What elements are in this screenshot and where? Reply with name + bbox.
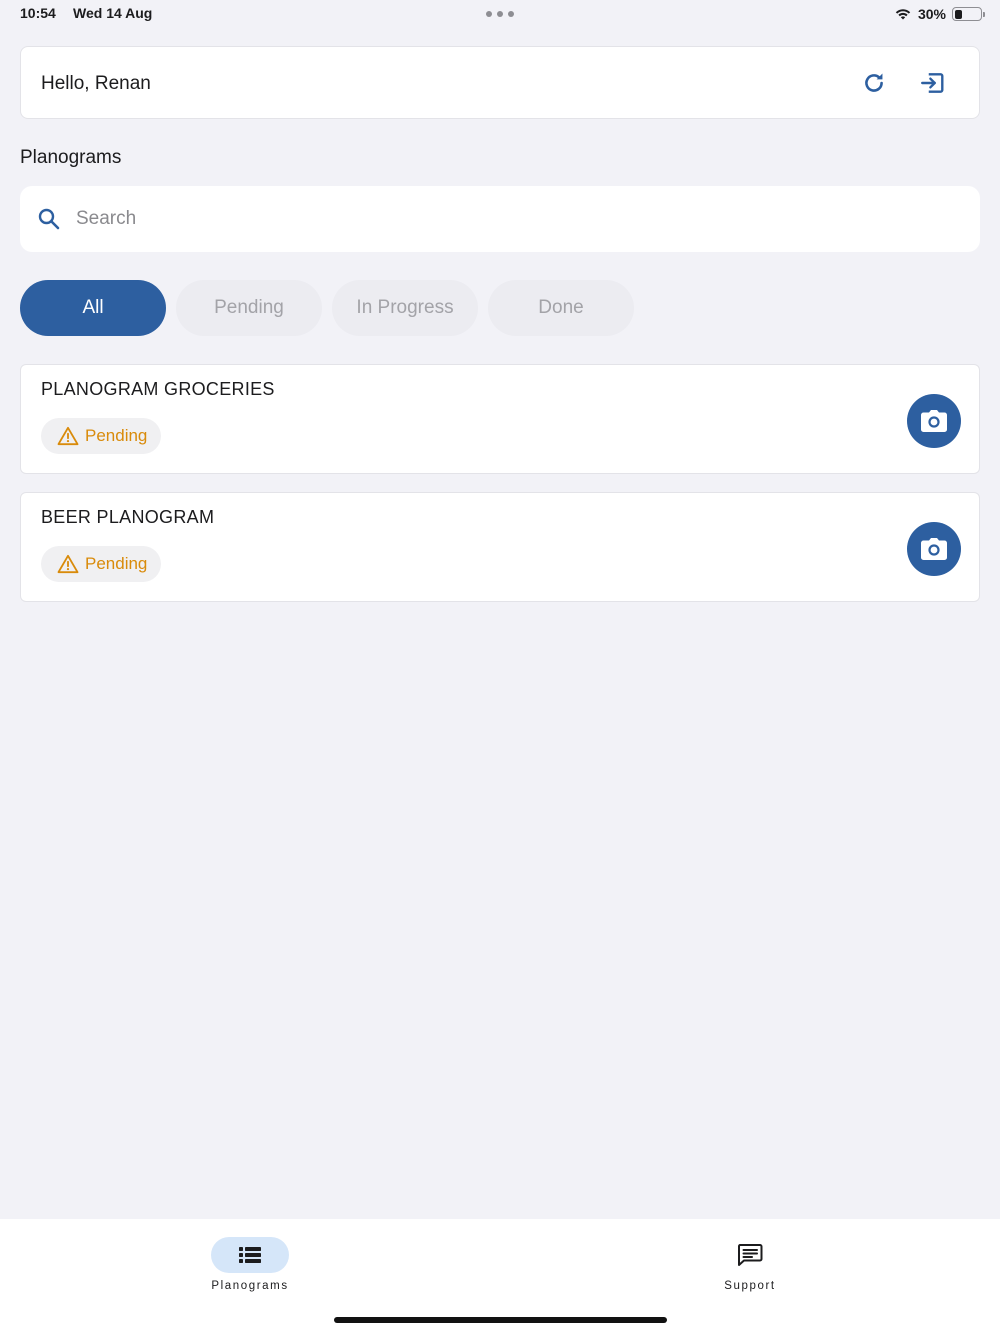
- planogram-card[interactable]: PLANOGRAM GROCERIES Pending: [20, 364, 980, 474]
- camera-icon: [921, 538, 947, 560]
- nav-label: Planograms: [211, 1280, 289, 1292]
- battery-percent: 30%: [917, 6, 946, 22]
- refresh-icon: [865, 73, 883, 92]
- filter-chip-pending[interactable]: Pending: [176, 280, 322, 336]
- camera-icon: [921, 410, 947, 432]
- filter-chip-label: In Progress: [356, 297, 454, 318]
- planogram-title: BEER PLANOGRAM: [41, 507, 215, 527]
- bottom-navigation: Planograms Support: [0, 1219, 1000, 1333]
- nav-active-indicator: [211, 1237, 289, 1273]
- planogram-card[interactable]: BEER PLANOGRAM Pending: [20, 492, 980, 602]
- list-icon: [239, 1247, 261, 1263]
- status-time: 10:54: [20, 5, 56, 21]
- header-card: Hello, Renan: [20, 46, 980, 119]
- warning-icon: [57, 554, 79, 574]
- battery-fill: [954, 9, 962, 19]
- nav-item-support[interactable]: Support: [690, 1237, 810, 1297]
- logout-button[interactable]: [916, 67, 948, 99]
- filter-chip-done[interactable]: Done: [488, 280, 634, 336]
- filter-chip-all[interactable]: All: [20, 280, 166, 336]
- home-indicator[interactable]: [334, 1317, 667, 1323]
- camera-button[interactable]: [907, 394, 961, 448]
- filter-chip-label: All: [82, 297, 104, 318]
- logout-icon: [921, 73, 944, 93]
- search-bar[interactable]: [20, 186, 980, 252]
- status-badge-label: Pending: [85, 426, 148, 445]
- greeting-text: Hello, Renan: [41, 73, 151, 94]
- section-title: Planograms: [20, 147, 122, 168]
- status-indicators: 30%: [894, 4, 985, 24]
- refresh-button[interactable]: [858, 67, 890, 99]
- search-input[interactable]: [76, 198, 956, 240]
- warning-icon: [57, 426, 79, 446]
- search-icon: [38, 208, 60, 230]
- status-date: Wed 14 Aug: [73, 5, 153, 21]
- planogram-title: PLANOGRAM GROCERIES: [41, 379, 275, 399]
- chat-icon: [738, 1244, 763, 1266]
- camera-button[interactable]: [907, 522, 961, 576]
- multitasking-dots-icon[interactable]: [486, 11, 514, 17]
- status-badge-label: Pending: [85, 554, 148, 573]
- status-badge: Pending: [41, 546, 162, 582]
- status-bar: 10:54 Wed 14 Aug 30%: [0, 0, 1000, 28]
- filter-chip-label: Pending: [214, 297, 284, 318]
- nav-icon-holder: [711, 1237, 789, 1273]
- battery-icon: [952, 7, 985, 21]
- wifi-icon: [895, 9, 911, 20]
- status-badge: Pending: [41, 418, 162, 454]
- nav-item-planograms[interactable]: Planograms: [190, 1237, 310, 1297]
- filter-chip-in-progress[interactable]: In Progress: [332, 280, 478, 336]
- filter-chip-label: Done: [538, 297, 584, 318]
- app-screen: 10:54 Wed 14 Aug 30% Hello, Renan Planog…: [0, 0, 1000, 1333]
- nav-label: Support: [724, 1280, 776, 1292]
